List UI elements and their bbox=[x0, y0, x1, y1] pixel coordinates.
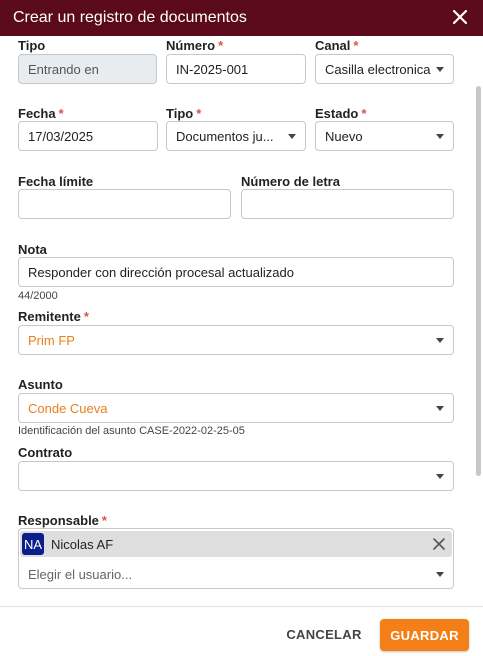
remitente-select[interactable]: Prim FP bbox=[18, 325, 454, 355]
nota-label: Nota bbox=[18, 242, 47, 257]
caret-down-icon bbox=[436, 134, 444, 139]
fecha-limite-input[interactable] bbox=[18, 189, 231, 219]
chip-name: Nicolas AF bbox=[51, 536, 114, 552]
caret-down-icon bbox=[436, 572, 444, 577]
cancel-button[interactable]: CANCELAR bbox=[282, 619, 366, 649]
contrato-label: Contrato bbox=[18, 445, 73, 460]
canal-label: Canal * bbox=[315, 38, 359, 53]
user-search-input[interactable]: Elegir el usuario... bbox=[28, 567, 132, 582]
caret-down-icon bbox=[436, 406, 444, 411]
numero-letra-input[interactable] bbox=[241, 189, 454, 219]
tipo-direction-label: Tipo bbox=[18, 38, 46, 53]
asunto-hint: Identificación del asunto CASE-2022-02-2… bbox=[18, 425, 245, 437]
remitente-label: Remitente * bbox=[18, 309, 89, 324]
asunto-label: Asunto bbox=[18, 377, 63, 392]
numero-label: Número * bbox=[166, 38, 224, 53]
estado-select[interactable]: Nuevo bbox=[315, 121, 454, 151]
canal-select[interactable]: Casilla electronica bbox=[315, 54, 454, 84]
caret-down-icon bbox=[436, 474, 444, 479]
contrato-select[interactable] bbox=[18, 461, 454, 491]
fecha-label: Fecha * bbox=[18, 106, 64, 121]
responsable-label: Responsable * bbox=[18, 513, 107, 528]
fecha-input[interactable]: 17/03/2025 bbox=[18, 121, 158, 151]
numero-letra-label: Número de letra bbox=[241, 174, 340, 189]
numero-input[interactable]: IN-2025-001 bbox=[166, 54, 306, 84]
save-button[interactable]: GUARDAR bbox=[380, 619, 469, 651]
asunto-select[interactable]: Conde Cueva bbox=[18, 393, 454, 423]
nota-input[interactable]: Responder con dirección procesal actuali… bbox=[18, 257, 454, 287]
dialog-title: Crear un registro de documentos bbox=[13, 9, 247, 26]
responsable-multiselect[interactable]: NA Nicolas AF Elegir el usuario... bbox=[18, 528, 454, 589]
tipo-doc-label: Tipo * bbox=[166, 106, 202, 121]
close-icon[interactable] bbox=[449, 6, 471, 28]
dialog-footer: CANCELAR GUARDAR bbox=[0, 606, 483, 656]
fecha-limite-label: Fecha límite bbox=[18, 174, 94, 189]
tipo-direction-field: Entrando en bbox=[18, 54, 157, 84]
dialog-body[interactable]: Tipo Entrando en Número * IN-2025-001 Can… bbox=[0, 36, 483, 606]
remove-chip-icon[interactable] bbox=[432, 537, 446, 551]
caret-down-icon bbox=[436, 338, 444, 343]
avatar: NA bbox=[22, 533, 44, 555]
caret-down-icon bbox=[288, 134, 296, 139]
estado-label: Estado * bbox=[315, 106, 367, 121]
user-chip: NA Nicolas AF bbox=[20, 531, 452, 557]
dialog-titlebar: Crear un registro de documentos bbox=[0, 0, 483, 36]
caret-down-icon bbox=[436, 67, 444, 72]
nota-counter: 44/2000 bbox=[18, 290, 58, 302]
scrollbar-thumb[interactable] bbox=[476, 86, 481, 476]
tipo-doc-select[interactable]: Documentos ju... bbox=[166, 121, 306, 151]
